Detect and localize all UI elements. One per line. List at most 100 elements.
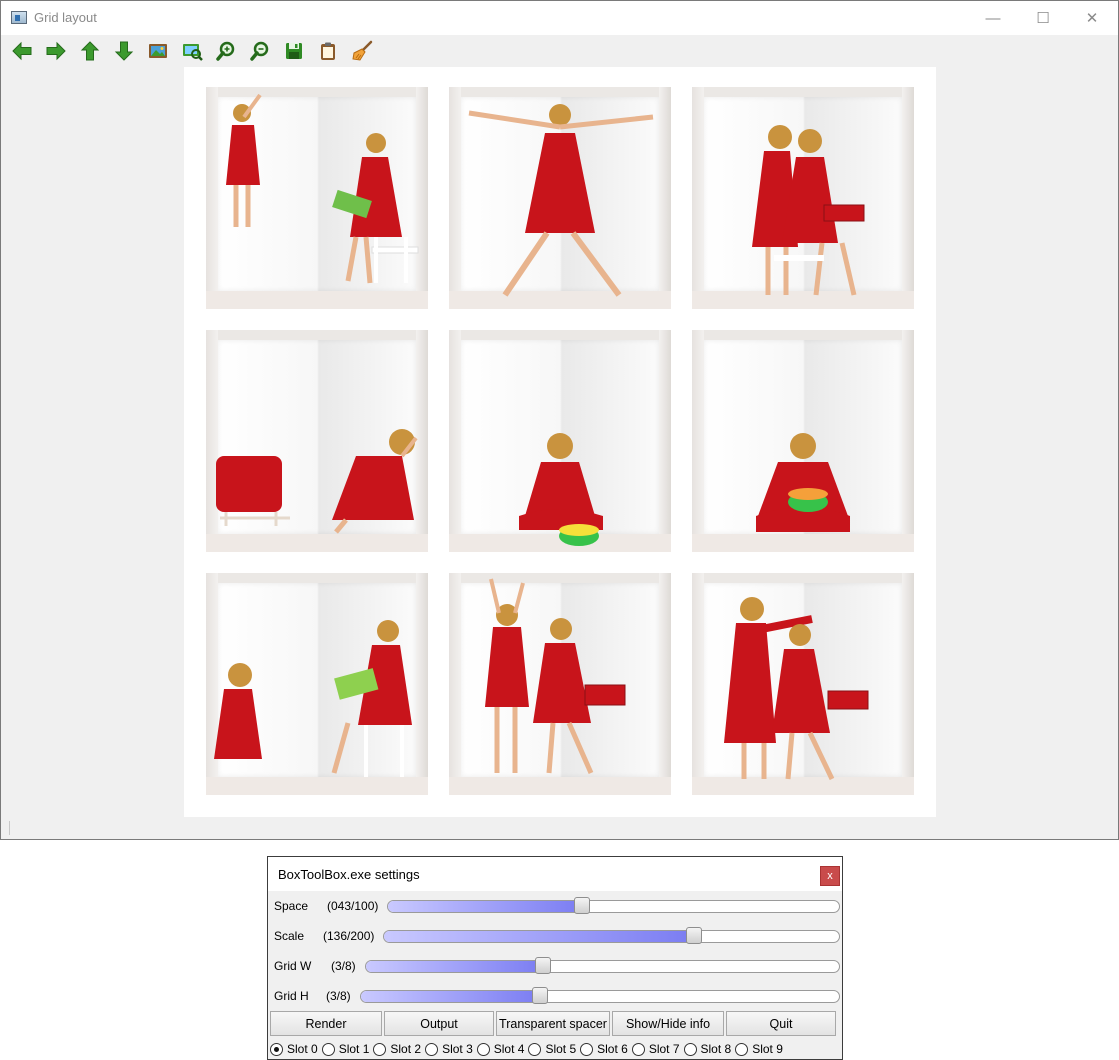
slider-thumb[interactable] [535, 957, 552, 974]
fit-picture-icon[interactable] [175, 37, 209, 65]
slot-radio-6[interactable]: Slot 6 [580, 1042, 628, 1056]
photo-girl-playing-drum[interactable] [692, 330, 914, 552]
arrow-down-icon[interactable] [107, 37, 141, 65]
slot-radio-2[interactable]: Slot 2 [373, 1042, 421, 1056]
photo-figures [468, 104, 654, 297]
arrow-right-icon[interactable] [39, 37, 73, 65]
zoom-in-icon[interactable] [209, 37, 243, 65]
radio-indicator[interactable] [476, 1042, 490, 1056]
slider-thumb[interactable] [532, 987, 548, 1004]
radio-label: Slot 8 [700, 1042, 732, 1056]
slider-label: Grid W [274, 959, 312, 973]
photo-figures [214, 620, 412, 777]
slider-thumb[interactable] [573, 897, 590, 914]
slot-radio-0[interactable]: Slot 0 [270, 1042, 318, 1056]
slider-fill [388, 901, 583, 912]
photo-girl-crouching-and-girl-reading[interactable] [206, 573, 428, 795]
slot-radio-1[interactable]: Slot 1 [321, 1042, 370, 1056]
photo-girl-climbing-and-girl-reading[interactable] [449, 573, 671, 795]
slider-row-space: Space (043/100) [274, 895, 842, 917]
slider-row-grid-w: Grid W (3/8) [274, 955, 842, 977]
slider-row-scale: Scale (136/200) [274, 925, 842, 947]
radio-label: Slot 7 [648, 1042, 680, 1056]
slot-radio-9[interactable]: Slot 9 [735, 1042, 783, 1056]
slot-radio-8[interactable]: Slot 8 [683, 1042, 732, 1056]
photo-girls-whispering[interactable] [692, 87, 914, 309]
arrow-left-icon[interactable] [5, 37, 39, 65]
photo-figures [216, 429, 418, 534]
radio-label: Slot 1 [338, 1042, 370, 1056]
photo-figures [485, 578, 626, 775]
radio-label: Slot 6 [597, 1042, 628, 1056]
radio-indicator[interactable] [631, 1042, 645, 1056]
radio-indicator[interactable] [580, 1042, 594, 1056]
slider-value: (043/100) [327, 899, 379, 913]
radio-indicator[interactable] [270, 1042, 283, 1056]
slider-label: Grid H [274, 989, 309, 1003]
window-titlebar[interactable]: Grid layout — ☐ ✕ [1, 1, 1118, 35]
slider-label: Scale [274, 929, 305, 943]
settings-dialog: BoxToolBox.exe settings x Space (043/100)… [267, 856, 843, 1060]
minimize-button[interactable]: — [969, 1, 1017, 35]
broom-icon[interactable] [345, 37, 379, 65]
radio-label: Slot 3 [442, 1042, 473, 1056]
photo-figures [519, 433, 603, 546]
slider-track[interactable] [383, 930, 840, 943]
photo-girl-crouching-by-gift[interactable] [206, 330, 428, 552]
radio-label: Slot 2 [390, 1042, 422, 1056]
photo-girl-sitting-with-drum[interactable] [449, 330, 671, 552]
radio-label: Slot 9 [752, 1042, 783, 1056]
photo-figures [724, 597, 869, 781]
slider-thumb[interactable] [685, 927, 702, 944]
clipboard-icon[interactable] [311, 37, 345, 65]
radio-indicator[interactable] [735, 1042, 749, 1056]
grid-layout-window: Grid layout — ☐ ✕ [0, 0, 1119, 840]
arrow-up-icon[interactable] [73, 37, 107, 65]
slider-fill [384, 931, 695, 942]
settings-button-row: Render Output Transparent spacer Show/Hide … [270, 1011, 836, 1037]
slider-track[interactable] [360, 990, 840, 1003]
radio-indicator[interactable] [373, 1042, 387, 1056]
radio-indicator[interactable] [528, 1042, 542, 1056]
app-icon [11, 11, 27, 24]
window-title: Grid layout [34, 10, 97, 25]
photo-girl-reaching-and-girl-reading[interactable] [206, 87, 428, 309]
maximize-button[interactable]: ☐ [1019, 1, 1067, 35]
transparent-spacer-button[interactable]: Transparent spacer [496, 1011, 610, 1036]
photo-girl-fixing-hair-and-girl-reading[interactable] [692, 573, 914, 795]
slot-radio-4[interactable]: Slot 4 [476, 1042, 525, 1056]
settings-titlebar[interactable]: BoxToolBox.exe settings x [268, 857, 842, 891]
quit-button[interactable]: Quit [726, 1011, 836, 1036]
grid-canvas[interactable] [184, 67, 936, 817]
save-icon[interactable] [277, 37, 311, 65]
render-button[interactable]: Render [270, 1011, 382, 1036]
show-hide-info-button[interactable]: Show/Hide info [612, 1011, 724, 1036]
radio-label: Slot 5 [545, 1042, 577, 1056]
output-button[interactable]: Output [384, 1011, 494, 1036]
slider-value: (3/8) [326, 989, 351, 1003]
zoom-out-icon[interactable] [243, 37, 277, 65]
slider-row-grid-h: Grid H (3/8) [274, 985, 842, 1007]
radio-label: Slot 4 [493, 1042, 525, 1056]
slot-radio-group: Slot 0 Slot 1 Slot 2 Slot 3 Slot 4 Slot 5 Slot… [270, 1039, 787, 1059]
close-button[interactable]: ✕ [1068, 1, 1116, 35]
photo-figures [226, 93, 419, 284]
slider-track[interactable] [365, 960, 840, 973]
slot-radio-7[interactable]: Slot 7 [631, 1042, 680, 1056]
radio-indicator[interactable] [425, 1042, 439, 1056]
slider-fill [366, 961, 545, 972]
radio-label: Slot 0 [287, 1042, 318, 1056]
settings-title: BoxToolBox.exe settings [278, 867, 420, 882]
photo-girl-star-pose[interactable] [449, 87, 671, 309]
slider-value: (136/200) [323, 929, 375, 943]
slider-track[interactable] [387, 900, 840, 913]
status-bar-divider [9, 821, 10, 835]
slot-radio-5[interactable]: Slot 5 [528, 1042, 576, 1056]
radio-indicator[interactable] [683, 1042, 697, 1056]
photo-figures [752, 125, 865, 296]
radio-indicator[interactable] [321, 1042, 335, 1056]
settings-close-button[interactable]: x [820, 866, 840, 886]
picture-icon[interactable] [141, 37, 175, 65]
slot-radio-3[interactable]: Slot 3 [425, 1042, 473, 1056]
slider-label: Space [274, 899, 309, 913]
